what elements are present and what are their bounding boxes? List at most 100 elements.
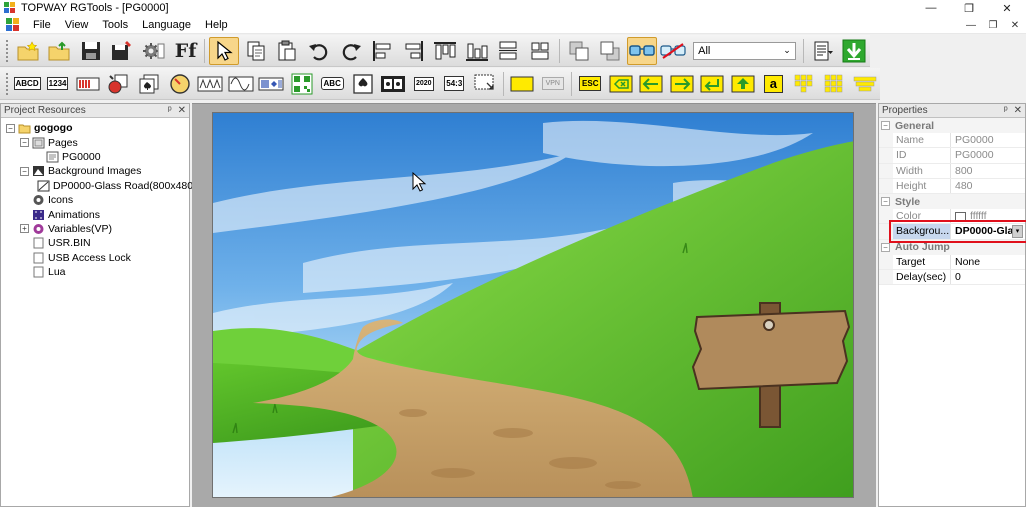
tree-item[interactable]: − gogogo: [1, 121, 189, 135]
sprite-widget-button[interactable]: [379, 70, 408, 98]
property-row[interactable]: Name PG0000: [879, 133, 1025, 149]
menu-tools[interactable]: Tools: [95, 16, 135, 34]
collapse-toggle-icon[interactable]: −: [881, 197, 890, 207]
property-value[interactable]: ffffff: [951, 209, 1025, 223]
animation-widget-button[interactable]: [135, 70, 164, 98]
document-minimize-button[interactable]: —: [960, 16, 982, 34]
align-top-button[interactable]: [430, 37, 460, 65]
toolbar-grip[interactable]: [5, 38, 9, 63]
property-value[interactable]: PG0000: [951, 148, 1025, 162]
region-widget-button[interactable]: [471, 70, 500, 98]
pin-icon[interactable]: ᵖ: [1004, 105, 1008, 116]
document-close-button[interactable]: ✕: [1004, 16, 1026, 34]
keypad-3x3-button[interactable]: [790, 70, 819, 98]
property-value[interactable]: PG0000: [951, 133, 1025, 147]
icon-widget-button[interactable]: [104, 70, 133, 98]
date-widget-button[interactable]: 2020: [410, 70, 439, 98]
close-icon[interactable]: ✕: [178, 105, 186, 116]
document-system-menu-icon[interactable]: [6, 17, 20, 32]
document-restore-button[interactable]: ❐: [982, 16, 1004, 34]
close-icon[interactable]: ✕: [1014, 105, 1022, 116]
property-value[interactable]: 480: [951, 179, 1025, 193]
close-window-button[interactable]: ✕: [988, 0, 1026, 16]
open-project-button[interactable]: [45, 37, 75, 65]
font-button[interactable]: Ff: [171, 37, 201, 65]
tree-item[interactable]: Icons: [1, 193, 189, 207]
menu-language[interactable]: Language: [135, 16, 198, 34]
shift-key-button[interactable]: [729, 70, 758, 98]
collapse-toggle-icon[interactable]: −: [881, 121, 890, 131]
char-key-button[interactable]: a: [759, 70, 788, 98]
align-bottom-button[interactable]: [462, 37, 492, 65]
send-back-button[interactable]: [595, 37, 625, 65]
property-category[interactable]: − Style: [879, 193, 1025, 210]
left-key-button[interactable]: [637, 70, 666, 98]
touch-key-widget-button[interactable]: [348, 70, 377, 98]
enter-key-button[interactable]: [698, 70, 727, 98]
gauge-widget-button[interactable]: [165, 70, 194, 98]
property-value[interactable]: None: [951, 255, 1025, 269]
minimize-button[interactable]: —: [912, 0, 950, 16]
tree-item[interactable]: DP0000-Glass Road(800x480): [1, 179, 197, 193]
bar-graph-widget-button[interactable]: [74, 70, 103, 98]
esc-key-button[interactable]: ESC: [576, 70, 605, 98]
copy-button[interactable]: [241, 37, 271, 65]
expand-toggle-icon[interactable]: +: [20, 224, 29, 234]
collapse-toggle-icon[interactable]: −: [881, 242, 890, 252]
align-right-button[interactable]: [399, 37, 429, 65]
object-filter-dropdown[interactable]: All ⌄: [693, 41, 796, 60]
tree-item[interactable]: PG0000: [1, 150, 189, 164]
tree-item[interactable]: USB Access Lock: [1, 251, 189, 265]
new-project-button[interactable]: [13, 37, 43, 65]
bring-front-button[interactable]: [564, 37, 594, 65]
page-canvas[interactable]: [212, 112, 854, 498]
settings-button[interactable]: [139, 37, 169, 65]
number-widget-button[interactable]: 1234: [43, 70, 72, 98]
same-size-button[interactable]: [525, 37, 555, 65]
select-tool-button[interactable]: [209, 36, 239, 65]
property-row[interactable]: Height 480: [879, 178, 1025, 194]
tree-item[interactable]: − Background Images: [1, 164, 189, 178]
hide-preview-button[interactable]: [659, 37, 689, 65]
keyboard-layout-button[interactable]: [851, 70, 880, 98]
tree-item[interactable]: Animations: [1, 207, 189, 221]
design-canvas-area[interactable]: [192, 103, 876, 507]
qr-code-widget-button[interactable]: [287, 70, 316, 98]
redo-button[interactable]: [336, 37, 366, 65]
keypad-full-button[interactable]: [820, 70, 849, 98]
collapse-toggle-icon[interactable]: −: [6, 123, 15, 133]
color-swatch[interactable]: [955, 211, 966, 221]
curve-widget-button[interactable]: [226, 70, 255, 98]
menu-view[interactable]: View: [58, 16, 96, 34]
save-button[interactable]: [76, 37, 106, 65]
button-widget-button[interactable]: [508, 70, 537, 98]
property-row[interactable]: Width 800: [879, 163, 1025, 179]
download-button[interactable]: [839, 37, 869, 65]
text-input-widget-button[interactable]: ABC: [318, 70, 347, 98]
slider-widget-button[interactable]: [257, 70, 286, 98]
collapse-toggle-icon[interactable]: −: [20, 138, 29, 148]
right-key-button[interactable]: [668, 70, 697, 98]
property-row[interactable]: Delay(sec) 0: [879, 269, 1025, 286]
time-widget-button[interactable]: 54:3: [440, 70, 469, 98]
tree-item[interactable]: Lua: [1, 265, 189, 279]
property-row[interactable]: Color ffffff: [879, 209, 1025, 225]
property-row[interactable]: Target None: [879, 254, 1025, 270]
compile-button[interactable]: [808, 37, 838, 65]
property-value[interactable]: 800: [951, 164, 1025, 178]
tree-item[interactable]: + Variables(VP): [1, 222, 189, 236]
toolbar-grip[interactable]: [5, 71, 9, 96]
text-widget-button[interactable]: ABCD: [13, 70, 42, 98]
tree-item[interactable]: − Pages: [1, 135, 189, 149]
combo-dropdown-icon[interactable]: ▾: [1012, 224, 1023, 238]
collapse-toggle-icon[interactable]: −: [20, 166, 29, 176]
undo-button[interactable]: [304, 37, 334, 65]
preview-glasses-button[interactable]: [626, 36, 657, 65]
property-row[interactable]: Backgrou... DP0000-Glas ▾: [879, 224, 1025, 240]
property-category[interactable]: − Auto Jump: [879, 239, 1025, 255]
menu-file[interactable]: File: [26, 16, 58, 34]
backspace-key-button[interactable]: [607, 70, 636, 98]
maximize-button[interactable]: ❐: [950, 0, 988, 16]
save-as-button[interactable]: [108, 37, 138, 65]
paste-button[interactable]: [273, 37, 303, 65]
